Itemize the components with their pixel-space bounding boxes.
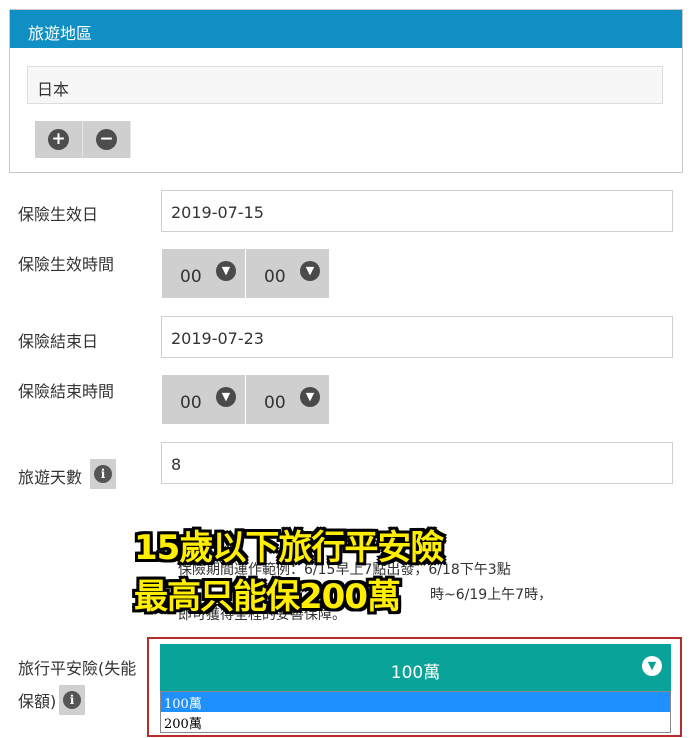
chevron-down-icon: ▼: [216, 387, 236, 407]
add-region-button[interactable]: +: [35, 121, 83, 158]
coverage-info-button[interactable]: i: [59, 685, 85, 715]
coverage-options-list: 100萬 200萬: [160, 691, 671, 733]
note-line-2: 時~6/19上午7時，: [430, 587, 553, 603]
caption-line-1: 15歲以下旅行平安險: [134, 528, 444, 568]
plus-circle-icon: +: [48, 129, 69, 150]
start-time-group: 00 ▼ 00 ▼: [162, 249, 330, 298]
end-hour-select[interactable]: 00 ▼: [162, 375, 245, 424]
coverage-amount-select[interactable]: 100萬 ▼: [160, 644, 671, 691]
coverage-selected-value: 100萬: [390, 663, 441, 683]
info-icon: i: [63, 691, 81, 709]
start-date-input[interactable]: 2019-07-15: [161, 190, 673, 232]
chevron-down-icon: ▼: [216, 261, 236, 281]
end-date-label: 保險結束日: [18, 332, 99, 351]
end-minute-select[interactable]: 00 ▼: [246, 375, 329, 424]
end-time-label: 保險結束時間: [18, 382, 115, 401]
end-minute-value: 00: [264, 393, 286, 413]
end-time-group: 00 ▼ 00 ▼: [162, 375, 330, 424]
region-panel-title: 旅遊地區: [10, 10, 682, 48]
end-date-input[interactable]: 2019-07-23: [161, 316, 673, 358]
region-value[interactable]: 日本: [27, 66, 663, 104]
coverage-label-line-2: 保額): [18, 692, 57, 711]
start-minute-value: 00: [264, 267, 286, 287]
start-minute-select[interactable]: 00 ▼: [246, 249, 329, 298]
end-hour-value: 00: [180, 393, 202, 413]
travel-days-input[interactable]: 8: [161, 442, 673, 484]
minus-circle-icon: −: [96, 129, 117, 150]
start-date-label: 保險生效日: [18, 205, 99, 224]
travel-days-info-button[interactable]: i: [90, 459, 116, 489]
info-icon: i: [94, 465, 112, 483]
coverage-option[interactable]: 200萬: [161, 712, 670, 732]
remove-region-button[interactable]: −: [83, 121, 131, 158]
region-panel: 旅遊地區 日本 + −: [9, 9, 683, 173]
caption-line-2: 最高只能保200萬: [134, 577, 401, 617]
start-hour-select[interactable]: 00 ▼: [162, 249, 245, 298]
chevron-down-icon: ▼: [642, 656, 662, 676]
start-time-label: 保險生效時間: [18, 255, 115, 274]
travel-days-label: 旅遊天數: [18, 468, 83, 487]
coverage-option[interactable]: 100萬: [161, 692, 670, 712]
start-hour-value: 00: [180, 267, 202, 287]
coverage-label-line-1: 旅行平安險(失能: [18, 659, 137, 678]
chevron-down-icon: ▼: [300, 261, 320, 281]
chevron-down-icon: ▼: [300, 387, 320, 407]
region-button-group: + −: [35, 121, 131, 158]
